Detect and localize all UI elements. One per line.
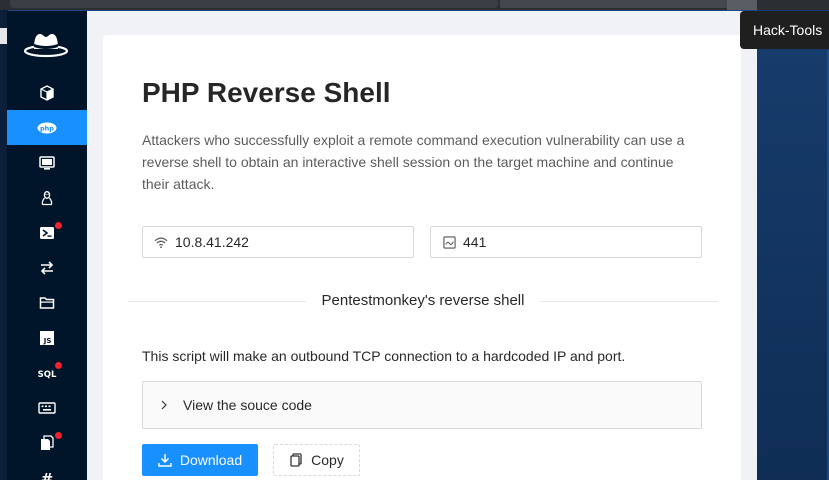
address-bar[interactable] — [10, 0, 498, 8]
box-icon — [40, 84, 54, 101]
js-label: JS — [43, 337, 52, 345]
sidebar-item-powershell[interactable] — [7, 215, 87, 250]
copy-button[interactable]: Copy — [273, 444, 360, 476]
port-input[interactable] — [463, 234, 683, 250]
sidebar-item-hash[interactable]: # — [7, 460, 87, 480]
php-label: php — [40, 124, 54, 132]
php-icon: php — [37, 122, 57, 133]
browser-extensions-area — [500, 0, 728, 8]
sql-label: SQL — [38, 370, 57, 379]
desktop-icon — [39, 155, 55, 170]
hack-tools-popup: php JS SQL # PHP Reverse Shell Attackers… — [7, 11, 757, 480]
script-note: This script will make an outbound TCP co… — [142, 348, 626, 364]
section-divider: Pentestmonkey's reverse shell — [128, 290, 718, 312]
folder-icon — [39, 296, 55, 309]
port-field[interactable] — [430, 226, 702, 258]
extension-button[interactable] — [727, 0, 757, 10]
sidebar-item-sql[interactable]: SQL — [7, 355, 87, 390]
browser-toolbar — [0, 0, 829, 10]
linux-icon — [41, 190, 53, 205]
sidebar-item-javascript[interactable]: JS — [7, 320, 87, 355]
page-description: Attackers who successfully exploit a rem… — [142, 132, 685, 192]
page-title: PHP Reverse Shell — [142, 77, 391, 108]
powershell-icon — [40, 226, 54, 239]
js-icon: JS — [40, 330, 54, 345]
sidebar: php JS SQL # — [7, 11, 87, 480]
copy-icon — [290, 453, 302, 467]
hat-logo-icon[interactable] — [23, 29, 69, 59]
download-icon — [158, 454, 172, 467]
collapse-label: View the souce code — [183, 397, 312, 413]
port-icon — [441, 235, 457, 249]
sidebar-item-keyboard[interactable] — [7, 390, 87, 425]
extension-tooltip: Hack-Tools — [740, 11, 829, 49]
source-code-collapse[interactable]: View the souce code — [142, 381, 702, 429]
sidebar-item-php[interactable]: php — [7, 110, 87, 145]
ip-address-input[interactable] — [175, 234, 395, 250]
transfer-icon — [40, 260, 54, 275]
main-content: PHP Reverse Shell Attackers who successf… — [103, 35, 741, 480]
download-button[interactable]: Download — [142, 444, 258, 476]
background-window-right — [757, 10, 829, 480]
sql-icon: SQL — [38, 370, 57, 379]
sidebar-item-files[interactable] — [7, 425, 87, 460]
file-copy-icon — [41, 434, 54, 450]
notification-badge — [55, 222, 62, 229]
sidebar-item-transfer[interactable] — [7, 250, 87, 285]
download-label: Download — [179, 452, 243, 468]
hash-label: # — [41, 470, 54, 480]
notification-badge — [55, 432, 62, 439]
divider-title: Pentestmonkey's reverse shell — [305, 292, 541, 309]
chevron-right-icon — [161, 400, 167, 410]
sidebar-item-box[interactable] — [7, 75, 87, 110]
sidebar-item-folder[interactable] — [7, 285, 87, 320]
notification-badge — [55, 362, 62, 369]
sidebar-item-desktop[interactable] — [7, 145, 87, 180]
hash-icon: # — [41, 470, 54, 480]
keyboard-icon — [38, 401, 56, 414]
ip-address-field[interactable] — [142, 226, 414, 258]
copy-label: Copy — [311, 452, 344, 468]
sidebar-item-linux[interactable] — [7, 180, 87, 215]
wifi-icon — [153, 235, 169, 249]
